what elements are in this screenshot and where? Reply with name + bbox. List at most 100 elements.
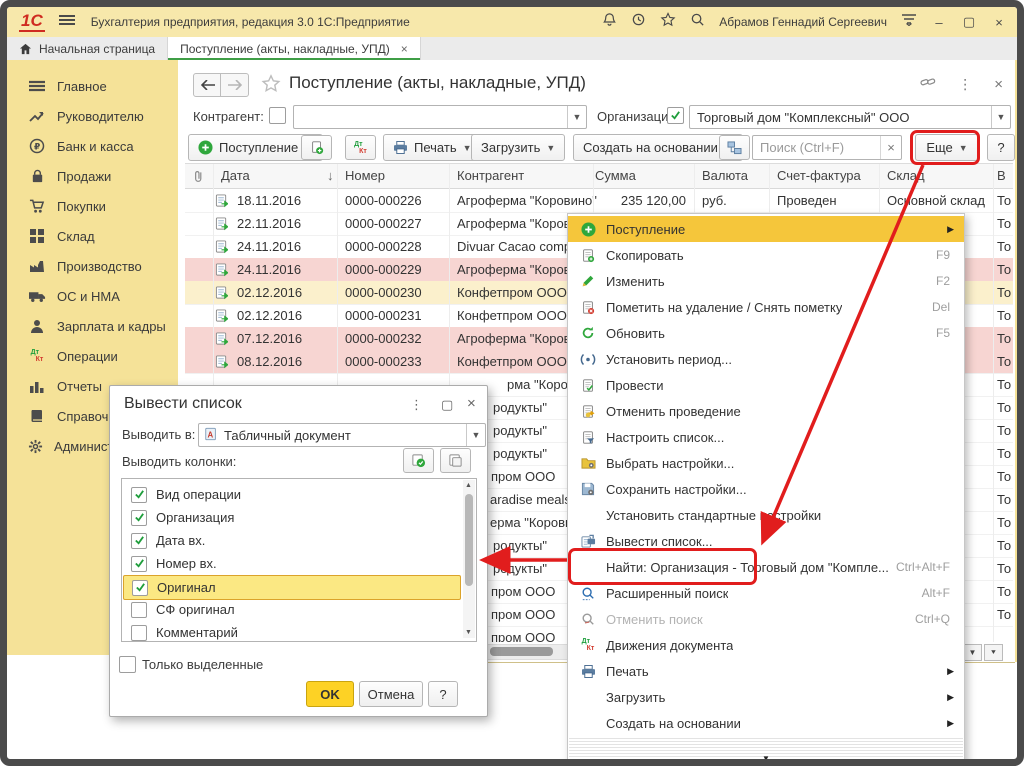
dialog-maximize-icon[interactable]: ▢ xyxy=(441,397,453,413)
more-button[interactable]: Еще▼ xyxy=(915,134,979,161)
kontragent-checkbox[interactable] xyxy=(269,107,286,124)
column-checkbox[interactable] xyxy=(131,625,147,641)
sidebar-item-2[interactable]: Руководителю xyxy=(7,101,178,131)
clear-search-icon[interactable]: × xyxy=(880,136,901,159)
output-type-combo[interactable]: A Табличный документ ▼ xyxy=(198,423,486,447)
dropdown-arrow-icon[interactable]: ▼ xyxy=(991,106,1010,128)
close-form-icon[interactable]: × xyxy=(994,76,1003,93)
column-option-2[interactable]: Организация xyxy=(123,506,459,529)
column-option-3[interactable]: Дата вх. xyxy=(123,529,459,552)
col-date[interactable]: Дата xyxy=(221,168,250,183)
close-window-button[interactable]: × xyxy=(991,15,1007,30)
menu-item-9[interactable]: Провести xyxy=(568,372,964,398)
organization-checkbox[interactable] xyxy=(667,107,684,124)
dropdown-arrow-icon[interactable]: ▼ xyxy=(466,424,485,446)
forward-button[interactable] xyxy=(220,73,249,97)
menu-item-4[interactable]: Пометить на удаление / Снять пометкуDel xyxy=(568,294,964,320)
sidebar-item-6[interactable]: Склад xyxy=(7,221,178,251)
maximize-button[interactable]: ▢ xyxy=(961,14,977,30)
menu-item-25[interactable]: Загрузить▶ xyxy=(568,684,964,710)
menu-item-10[interactable]: Отменить проведение xyxy=(568,398,964,424)
sidebar-item-9[interactable]: Зарплата и кадры xyxy=(7,311,178,341)
help-button[interactable]: ? xyxy=(987,134,1015,161)
search-input[interactable]: Поиск (Ctrl+F) × xyxy=(752,135,902,160)
scroll-end-button[interactable]: ⯆ xyxy=(984,644,1003,661)
dialog-close-icon[interactable]: × xyxy=(467,395,476,412)
dialog-more-dots-icon[interactable]: ⋮ xyxy=(410,397,423,413)
favorite-star-icon[interactable] xyxy=(261,74,281,98)
col-valuta[interactable]: Валюта xyxy=(702,168,748,183)
scrollbar-thumb[interactable] xyxy=(490,647,553,656)
menu-scroll-indicator-icon[interactable]: ▼ xyxy=(762,754,770,763)
column-option-1[interactable]: Вид операции xyxy=(123,483,459,506)
kontragent-combo[interactable]: ▼ xyxy=(293,105,587,129)
list-scrollbar-thumb[interactable] xyxy=(465,494,473,586)
col-schet-faktura[interactable]: Счет-фактура xyxy=(777,168,861,183)
menu-item-7[interactable]: Установить период... xyxy=(568,346,964,372)
check-all-button[interactable] xyxy=(403,448,434,473)
column-checkbox[interactable] xyxy=(131,602,147,618)
column-checkbox[interactable] xyxy=(131,510,147,526)
col-kontragent[interactable]: Контрагент xyxy=(457,168,524,183)
notifications-bell-icon[interactable] xyxy=(602,12,617,32)
menu-item-27[interactable]: Создать на основании▶ xyxy=(568,710,964,736)
menu-item-14[interactable]: Сохранить настройки... xyxy=(568,476,964,502)
menu-item-1[interactable]: СкопироватьF9 xyxy=(568,242,964,268)
column-option-5[interactable]: Оригинал xyxy=(123,575,461,600)
sidebar-item-3[interactable]: ₽Банк и касса xyxy=(7,131,178,161)
global-search-icon[interactable] xyxy=(690,12,705,32)
col-number[interactable]: Номер xyxy=(345,168,385,183)
create-based-on-button[interactable]: Создать на основании▼ xyxy=(573,134,743,161)
col-vid[interactable]: В xyxy=(997,168,1006,183)
menu-item-5[interactable]: ОбновитьF5 xyxy=(568,320,964,346)
more-dots-icon[interactable]: ⋮ xyxy=(958,76,972,93)
tab-postuplenie[interactable]: Поступление (акты, накладные, УПД) × xyxy=(167,37,421,60)
scroll-down-button[interactable]: ▼ xyxy=(963,644,982,661)
copy-document-button[interactable] xyxy=(301,135,332,160)
table-row[interactable]: 18.11.20160000-000226Агроферма "Коровино… xyxy=(185,189,1013,213)
ok-button[interactable]: OK xyxy=(306,681,354,707)
organization-combo[interactable]: Торговый дом "Комплексный" ООО▼ xyxy=(689,105,1011,129)
service-settings-icon[interactable] xyxy=(901,13,917,31)
cancel-button[interactable]: Отмена xyxy=(359,681,423,707)
print-button[interactable]: Печать▼ xyxy=(383,134,482,161)
menu-item-24[interactable]: Печать▶ xyxy=(568,658,964,684)
scroll-down-icon[interactable]: ▼ xyxy=(465,629,472,636)
tab-home[interactable]: Начальная страница xyxy=(7,37,167,60)
menu-item-15[interactable]: Установить стандартные настройки xyxy=(568,502,964,528)
related-documents-button[interactable] xyxy=(719,135,750,160)
sidebar-item-7[interactable]: Производство xyxy=(7,251,178,281)
menu-item-23[interactable]: ДтКтДвижения документа xyxy=(568,632,964,658)
sidebar-item-10[interactable]: ДтКтОперации xyxy=(7,341,178,371)
sidebar-item-8[interactable]: ОС и НМА xyxy=(7,281,178,311)
column-option-4[interactable]: Номер вх. xyxy=(123,552,459,575)
column-option-6[interactable]: СФ оригинал xyxy=(123,598,459,621)
menu-item-3[interactable]: ИзменитьF2 xyxy=(568,268,964,294)
main-menu-hamburger-icon[interactable] xyxy=(59,13,75,31)
column-checkbox[interactable] xyxy=(131,556,147,572)
list-scrollbar[interactable]: ▲ ▼ xyxy=(463,480,475,638)
column-checkbox[interactable] xyxy=(131,487,147,503)
menu-item-13[interactable]: Выбрать настройки... xyxy=(568,450,964,476)
dtkt-button[interactable]: ДтКт xyxy=(345,135,376,160)
menu-item-12[interactable]: Настроить список... xyxy=(568,424,964,450)
column-checkbox[interactable] xyxy=(132,580,148,596)
history-icon[interactable] xyxy=(631,12,646,32)
menu-item-0[interactable]: Поступление▶ xyxy=(568,216,964,242)
menu-item-19[interactable]: Найти: Организация - Торговый дом "Компл… xyxy=(568,554,964,580)
sidebar-item-4[interactable]: Продажи xyxy=(7,161,178,191)
back-button[interactable] xyxy=(193,73,222,97)
column-option-7[interactable]: Комментарий xyxy=(123,621,459,644)
get-link-icon[interactable] xyxy=(920,75,936,94)
menu-item-17[interactable]: Вывести список... xyxy=(568,528,964,554)
col-summa[interactable]: Сумма xyxy=(595,168,636,183)
uncheck-all-button[interactable] xyxy=(440,448,471,473)
column-checkbox[interactable] xyxy=(131,533,147,549)
dropdown-arrow-icon[interactable]: ▼ xyxy=(567,106,586,128)
col-sklad[interactable]: Склад xyxy=(887,168,925,183)
favorites-star-icon[interactable] xyxy=(660,12,676,32)
sidebar-item-1[interactable]: Главное xyxy=(7,71,178,101)
minimize-button[interactable]: – xyxy=(931,15,947,30)
current-user[interactable]: Абрамов Геннадий Сергеевич xyxy=(719,15,887,29)
scroll-up-icon[interactable]: ▲ xyxy=(465,482,472,489)
